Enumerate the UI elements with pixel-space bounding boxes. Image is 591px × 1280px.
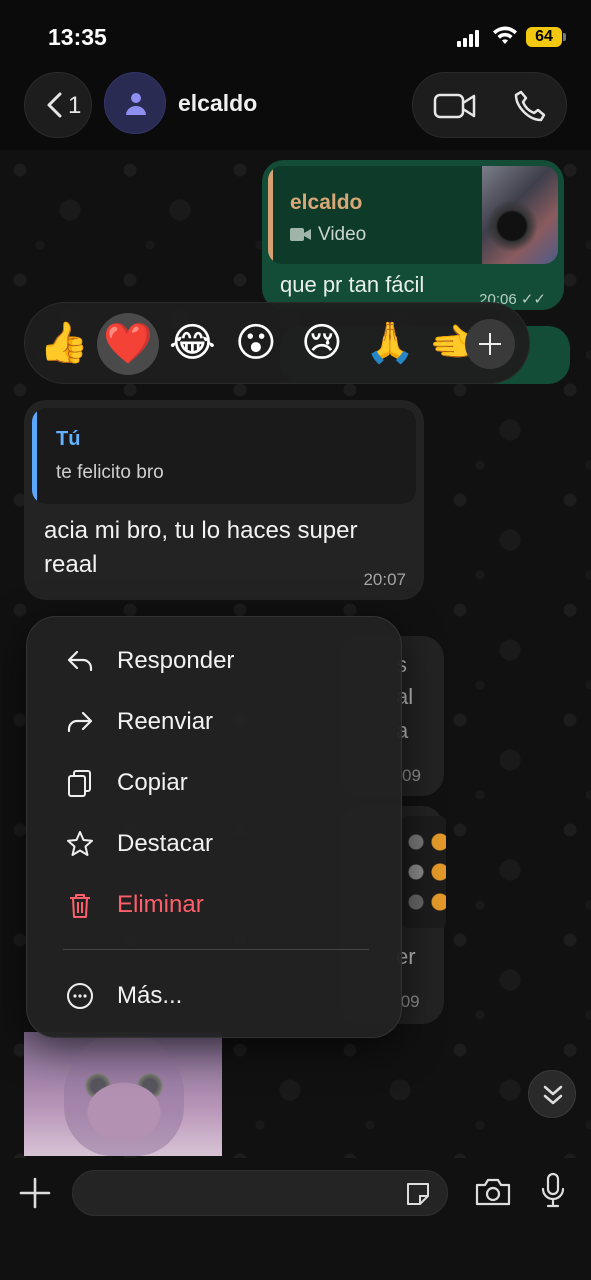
video-icon	[290, 228, 311, 241]
reaction-thumbs-up[interactable]: 👍	[39, 321, 89, 365]
reaction-laugh[interactable]: 😂	[169, 321, 216, 365]
sticker-icon[interactable]	[403, 1179, 433, 1209]
back-button[interactable]: 1	[24, 72, 92, 138]
menu-delete[interactable]: Eliminar	[27, 877, 403, 933]
phone-call-icon[interactable]	[513, 89, 547, 123]
call-actions	[412, 72, 567, 138]
microphone-icon[interactable]	[540, 1172, 566, 1210]
quote-subtitle: Video	[290, 224, 366, 246]
status-time: 13:35	[48, 24, 107, 50]
message-text: acia mi bro, tu lo haces super reaal	[44, 517, 358, 578]
forward-icon	[67, 711, 93, 733]
reaction-surprised[interactable]: 😮	[235, 321, 277, 365]
trash-icon	[70, 894, 90, 918]
scroll-to-bottom-button[interactable]	[528, 1070, 576, 1118]
wifi-icon	[493, 26, 517, 44]
chevron-left-icon	[47, 92, 62, 118]
menu-divider	[63, 949, 369, 950]
message-text: que pr tan fácil	[280, 272, 425, 297]
unread-count: 1	[68, 92, 82, 119]
reaction-heart[interactable]: ❤️	[97, 313, 159, 375]
copy-icon	[68, 770, 91, 797]
attach-plus-icon[interactable]	[18, 1176, 52, 1210]
avatar[interactable]	[104, 72, 166, 134]
reaction-sad[interactable]: 😢	[301, 321, 343, 365]
composer-bar	[0, 1158, 591, 1280]
quoted-message[interactable]: Tú te felicito bro	[32, 408, 416, 504]
signal-icon	[457, 29, 483, 47]
video-thumbnail[interactable]	[482, 166, 558, 264]
reaction-picker: 👍 ❤️ 😂 😮 😢 🙏 🫲	[24, 302, 530, 384]
contact-name[interactable]: elcaldo	[178, 90, 257, 117]
quoted-message[interactable]: elcaldo Video	[268, 166, 558, 264]
menu-reply[interactable]: Responder	[27, 633, 403, 689]
menu-copy[interactable]: Copiar	[27, 755, 403, 811]
battery-indicator: 64	[526, 27, 566, 47]
quote-text: te felicito bro	[56, 462, 164, 483]
camera-icon[interactable]	[474, 1176, 512, 1208]
message-time: 20:07	[363, 570, 406, 589]
person-icon	[126, 93, 146, 115]
read-checks-icon: ✓✓	[520, 291, 546, 308]
message-context-menu: Responder Reenviar Copiar Destacar Elimi…	[26, 616, 402, 1038]
sticker-message[interactable]	[24, 1032, 222, 1156]
chevrons-down-icon	[543, 1085, 563, 1105]
reaction-pray[interactable]: 🙏	[365, 321, 415, 365]
quote-accent-bar	[268, 166, 273, 264]
more-icon	[67, 983, 93, 1009]
star-icon	[67, 831, 93, 856]
quote-author: elcaldo	[290, 191, 363, 214]
reply-icon	[67, 650, 93, 672]
menu-more[interactable]: Más...	[27, 968, 403, 1024]
menu-forward[interactable]: Reenviar	[27, 694, 403, 750]
status-bar: 13:35 64	[0, 0, 591, 70]
outgoing-message[interactable]: elcaldo Video que pr tan fácil 20:06 ✓✓	[262, 160, 564, 310]
more-reactions-button[interactable]	[465, 319, 515, 369]
quote-accent-bar	[32, 408, 37, 504]
image-thumbnail[interactable]	[402, 816, 446, 928]
quote-author: Tú	[56, 428, 81, 450]
menu-star[interactable]: Destacar	[27, 816, 403, 872]
video-call-icon[interactable]	[433, 91, 477, 121]
message-input[interactable]	[72, 1170, 448, 1216]
incoming-message[interactable]: Tú te felicito bro acia mi bro, tu lo ha…	[24, 400, 424, 600]
